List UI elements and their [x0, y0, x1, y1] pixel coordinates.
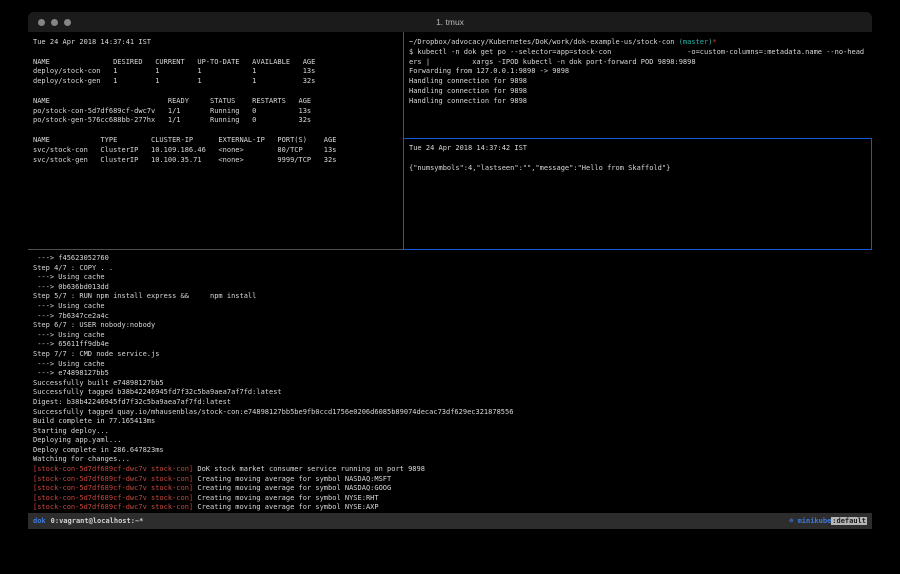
- terminal-line: Tue 24 Apr 2018 14:37:42 IST: [409, 144, 869, 154]
- terminal-line: Successfully tagged b38b42246945fd7f32c5…: [33, 388, 867, 398]
- pane-divider-horizontal: [28, 249, 403, 250]
- terminal-line: [409, 154, 869, 164]
- kube-namespace-label: :default: [831, 517, 867, 525]
- terminal-line: Successfully tagged quay.io/mhausenblas/…: [33, 408, 867, 418]
- pod-log-line: [stock-con-5d7df689cf-dwc7v stock-con] C…: [33, 503, 867, 513]
- status-left: dok 0:vagrant@localhost:~*: [33, 517, 143, 525]
- pane-kubectl-watch[interactable]: Tue 24 Apr 2018 14:37:41 IST NAME DESIRE…: [33, 38, 401, 165]
- pod-log-line: [stock-con-5d7df689cf-dwc7v stock-con] C…: [33, 484, 867, 494]
- kube-status: ☸ minikube:default: [789, 517, 867, 525]
- kube-context-label: minikube: [798, 517, 832, 525]
- port-forward-output: $ kubectl -n dok get po --selector=app=s…: [409, 48, 869, 107]
- terminal-line: svc/stock-con ClusterIP 10.109.186.46 <n…: [33, 146, 401, 156]
- pod-log-prefix: [stock-con-5d7df689cf-dwc7v stock-con]: [33, 484, 193, 492]
- terminal-line: NAME TYPE CLUSTER-IP EXTERNAL-IP PORT(S)…: [33, 136, 401, 146]
- git-branch-label: (master): [679, 38, 713, 46]
- git-dirty-marker: *: [712, 38, 716, 46]
- terminal-line: po/stock-gen-576cc688bb-277hx 1/1 Runnin…: [33, 116, 401, 126]
- cwd-text: ~/Dropbox/advocacy/Kubernetes/DoK/work/d…: [409, 38, 679, 46]
- pod-log-line: [stock-con-5d7df689cf-dwc7v stock-con] C…: [33, 475, 867, 485]
- terminal-line: Starting deploy...: [33, 427, 867, 437]
- terminal-line: deploy/stock-con 1 1 1 1 13s: [33, 67, 401, 77]
- tmux-session: Tue 24 Apr 2018 14:37:41 IST NAME DESIRE…: [28, 32, 872, 540]
- terminal-line: ---> 7b6347ce2a4c: [33, 312, 867, 322]
- pod-log-prefix: [stock-con-5d7df689cf-dwc7v stock-con]: [33, 494, 193, 502]
- window-titlebar[interactable]: 1. tmux: [28, 12, 872, 32]
- pod-log-line: [stock-con-5d7df689cf-dwc7v stock-con] C…: [33, 494, 867, 504]
- terminal-line: ---> 65611ff9db4e: [33, 340, 867, 350]
- terminal-line: Build complete in 77.165413ms: [33, 417, 867, 427]
- terminal-line: {"numsymbols":4,"lastseen":"","message":…: [409, 164, 869, 174]
- terminal-line: $ kubectl -n dok get po --selector=app=s…: [409, 48, 869, 58]
- terminal-line: Watching for changes...: [33, 455, 867, 465]
- pod-log-prefix: [stock-con-5d7df689cf-dwc7v stock-con]: [33, 503, 193, 511]
- terminal-line: Tue 24 Apr 2018 14:37:41 IST: [33, 38, 401, 48]
- terminal-line: ---> Using cache: [33, 302, 867, 312]
- terminal-line: po/stock-con-5d7df689cf-dwc7v 1/1 Runnin…: [33, 107, 401, 117]
- terminal-line: ---> f45623052760: [33, 254, 867, 264]
- terminal-line: Handling connection for 9898: [409, 77, 869, 87]
- terminal-line: Step 7/7 : CMD node service.js: [33, 350, 867, 360]
- terminal-line: ---> Using cache: [33, 360, 867, 370]
- terminal-line: [33, 48, 401, 58]
- pane-curl-output[interactable]: Tue 24 Apr 2018 14:37:42 IST {"numsymbol…: [409, 144, 869, 173]
- tmux-status-bar: dok 0:vagrant@localhost:~* ☸ minikube:de…: [28, 513, 872, 529]
- shell-prompt-path: ~/Dropbox/advocacy/Kubernetes/DoK/work/d…: [409, 38, 869, 48]
- terminal-window: 1. tmux Tue 24 Apr 2018 14:37:41 IST NAM…: [28, 12, 872, 540]
- pane-divider-vertical: [403, 32, 404, 138]
- terminal-line: svc/stock-gen ClusterIP 10.100.35.71 <no…: [33, 156, 401, 166]
- terminal-line: Forwarding from 127.0.0.1:9898 -> 9898: [409, 67, 869, 77]
- pod-log-line: [stock-con-5d7df689cf-dwc7v stock-con] D…: [33, 465, 867, 475]
- terminal-line: [33, 87, 401, 97]
- pod-log-prefix: [stock-con-5d7df689cf-dwc7v stock-con]: [33, 475, 193, 483]
- terminal-line: ---> e74898127bb5: [33, 369, 867, 379]
- terminal-line: NAME DESIRED CURRENT UP-TO-DATE AVAILABL…: [33, 58, 401, 68]
- pod-log-lines: [stock-con-5d7df689cf-dwc7v stock-con] D…: [33, 465, 867, 513]
- terminal-line: ---> 0b636bd013dd: [33, 283, 867, 293]
- terminal-line: [33, 126, 401, 136]
- pod-log-prefix: [stock-con-5d7df689cf-dwc7v stock-con]: [33, 465, 193, 473]
- terminal-line: Handling connection for 9898: [409, 97, 869, 107]
- terminal-line: Deploying app.yaml...: [33, 436, 867, 446]
- pane-port-forward[interactable]: ~/Dropbox/advocacy/Kubernetes/DoK/work/d…: [409, 38, 869, 107]
- terminal-line: Digest: b38b42246945fd7f32c5ba9aea7af7fd…: [33, 398, 867, 408]
- terminal-line: deploy/stock-gen 1 1 1 1 32s: [33, 77, 401, 87]
- terminal-line: Step 5/7 : RUN npm install express && np…: [33, 292, 867, 302]
- window-title: 1. tmux: [28, 12, 872, 32]
- terminal-line: Handling connection for 9898: [409, 87, 869, 97]
- terminal-line: ---> Using cache: [33, 331, 867, 341]
- terminal-line: ---> Using cache: [33, 273, 867, 283]
- session-name: dok: [33, 517, 46, 525]
- status-window-item[interactable]: 0:vagrant@localhost:~*: [51, 517, 144, 525]
- terminal-line: ers | xargs -IPOD kubectl -n dok port-fo…: [409, 58, 869, 68]
- pane-skaffold-build[interactable]: ---> f45623052760Step 4/7 : COPY . . ---…: [33, 254, 867, 513]
- terminal-line: Step 4/7 : COPY . .: [33, 264, 867, 274]
- skaffold-build-output: ---> f45623052760Step 4/7 : COPY . . ---…: [33, 254, 867, 465]
- terminal-line: NAME READY STATUS RESTARTS AGE: [33, 97, 401, 107]
- terminal-line: Deploy complete in 286.647823ms: [33, 446, 867, 456]
- terminal-line: Successfully built e74898127bb5: [33, 379, 867, 389]
- terminal-line: Step 6/7 : USER nobody:nobody: [33, 321, 867, 331]
